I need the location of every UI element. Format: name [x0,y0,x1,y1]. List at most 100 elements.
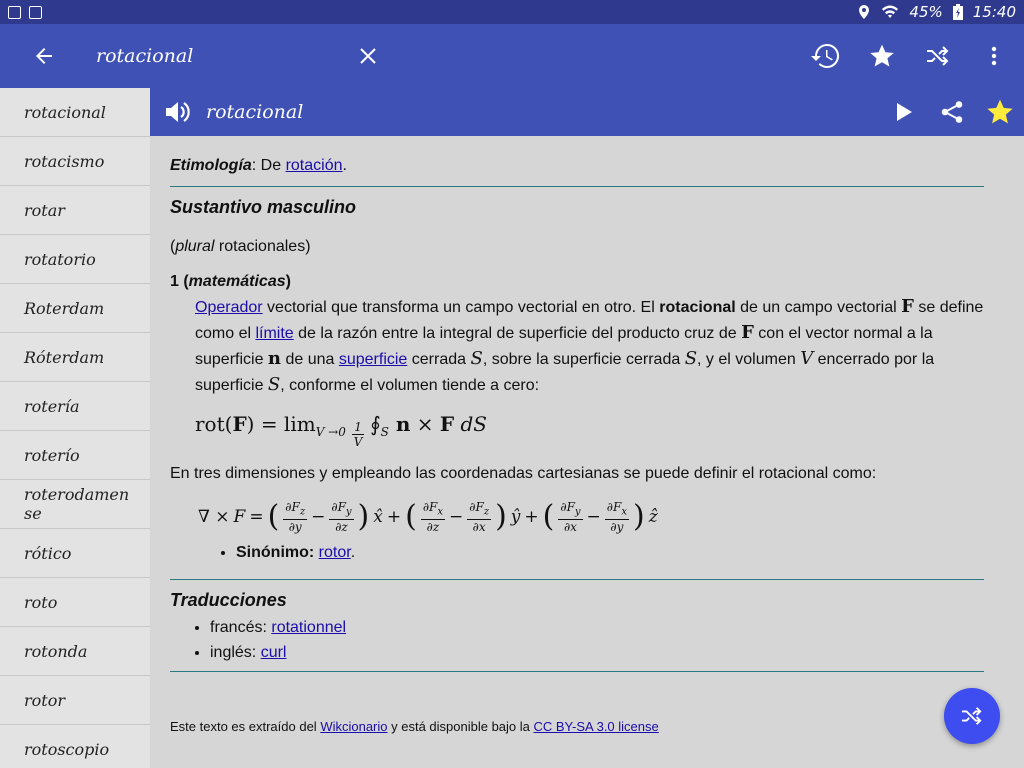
volume-up-icon [166,102,190,122]
link-translation[interactable]: curl [261,644,287,661]
list-item[interactable]: Roterdam [0,284,150,333]
translations-title: Traducciones [170,590,287,611]
share-icon [941,101,963,123]
share-button[interactable] [930,90,974,134]
part-of-speech: Sustantivo masculino [170,197,357,217]
plural-form: (plural rotacionales) [170,234,984,259]
frac-den: ∂x [472,520,486,535]
partial-fraction: ∂Fx ∂z [420,500,445,535]
link-superficie[interactable]: superficie [339,351,407,368]
frac-den: ∂x [563,520,577,535]
frac-den: ∂y [288,520,302,535]
list-item[interactable]: roterodamense [0,480,150,529]
formula-fraction: 1V [352,420,364,449]
list-item[interactable]: rotería [0,382,150,431]
history-button[interactable] [804,34,848,78]
clear-search-button[interactable] [346,34,390,78]
formula-part: dS [454,412,487,436]
frac-num: ∂F [560,500,575,514]
subscript: z [483,506,490,518]
list-item: inglés: curl [210,640,984,665]
etymology-label: Etimología [170,157,252,174]
list-item[interactable]: rotar [0,186,150,235]
list-item[interactable]: rotor [0,676,150,725]
list-item[interactable]: rotonda [0,627,150,676]
partial-fraction: ∂Fz ∂x [467,500,492,535]
contour-integral-symbol: ∮ [370,412,381,436]
link-license[interactable]: CC BY-SA 3.0 license [533,719,658,734]
play-icon [897,103,912,121]
paren: ( [405,499,417,535]
link-translation[interactable]: rotationnel [271,619,346,636]
list-item: francés: rotationnel [210,615,984,640]
search-input[interactable] [96,38,336,74]
list-item[interactable]: rotacional [0,88,150,137]
list-item[interactable]: rotatorio [0,235,150,284]
synonyms-list: Sinónimo: rotor. [236,540,984,565]
link-rotor[interactable]: rotor [319,544,351,561]
unit-x: x̂ [373,506,383,527]
subscript: y [574,506,581,518]
link-wikcionario[interactable]: Wikcionario [320,719,387,734]
formula-subscript: V →0 [315,425,346,439]
synonym-suffix: . [350,544,356,562]
clock: 15:40 [972,3,1016,21]
subscript: y [345,506,352,518]
star-icon [870,44,894,67]
unit-z: ẑ [648,506,658,527]
sense-index: 1 ( [170,273,189,290]
paren: ( [267,499,280,535]
gallery-notification-icon [8,5,21,19]
random-word-button[interactable] [916,34,960,78]
partial-fraction: ∂Fx ∂y [604,500,629,534]
entry-title: rotacional [206,101,304,123]
etymology-suffix: . [342,157,347,174]
random-fab-button[interactable] [944,688,1000,744]
formula-part: F [439,412,455,436]
back-button[interactable] [22,34,66,78]
link-rotacion[interactable]: rotación [286,157,343,174]
def-bold-term: rotacional [659,299,736,316]
overflow-menu-button[interactable] [972,34,1016,78]
def-text: de la razón entre la integral de superfi… [293,325,742,342]
def-text: de una [281,351,339,368]
def-text: vectorial que transforma un campo vector… [262,299,660,316]
list-item[interactable]: rotoscopio [0,725,150,768]
partial-fraction: ∂Fy ∂z [329,500,354,534]
list-item[interactable]: rótico [0,529,150,578]
license-footer: Este texto es extraído del Wikcionario y… [170,714,984,739]
favorites-button[interactable] [860,34,904,78]
history-icon [811,43,840,68]
frac-num: ∂F [606,500,622,514]
sense-domain: matemáticas [188,273,286,290]
wifi-icon [882,5,899,18]
more-vert-icon [991,46,997,66]
subscript: z [299,506,306,518]
curl-cartesian-formula: ∇ × F = ( ∂Fz ∂y − ∂Fy ∂z ) x̂ + ( ∂Fx ∂z −… [198,500,984,534]
rotational-limit-formula: rot(F) = limV →0 1V ∮S n × F dS [195,412,984,449]
link-operador[interactable]: Operador [195,299,263,316]
play-button[interactable] [882,90,926,134]
list-item[interactable]: rotacismo [0,137,150,186]
equals: = [249,506,264,527]
list-item[interactable]: Róterdam [0,333,150,382]
shuffle-icon [961,707,982,725]
star-filled-icon [987,99,1013,124]
frac-den: ∂z [426,520,440,535]
list-item: Sinónimo: rotor. [236,540,984,565]
favorite-toggle-button[interactable] [978,90,1022,134]
divider [170,671,984,673]
plus: + [386,506,402,527]
link-limite[interactable]: límite [255,325,293,342]
list-item[interactable]: roterío [0,431,150,480]
formula-part: n [388,412,411,436]
paren: ) [632,499,645,535]
subscript: x [621,506,627,518]
formula-part: × [410,412,440,436]
entry-header: rotacional [150,88,1024,136]
frac-num: ∂F [469,500,484,514]
translation-lang: inglés: [210,644,261,662]
list-item[interactable]: roto [0,578,150,627]
subscript: x [437,506,443,518]
pronounce-button[interactable] [156,90,200,134]
